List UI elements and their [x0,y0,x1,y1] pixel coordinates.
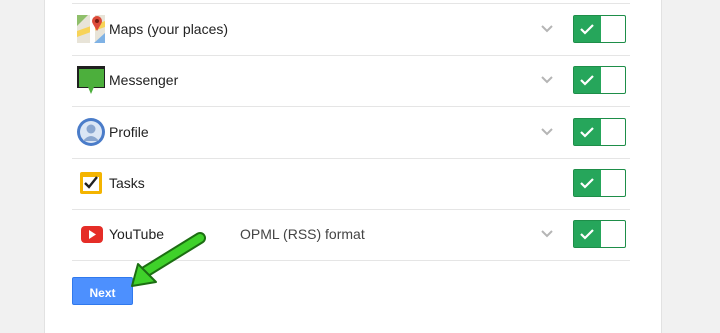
product-label: Messenger [109,72,179,88]
youtube-icon [76,218,106,250]
toggle-switch[interactable] [573,15,626,43]
product-row-messenger: Messenger [72,55,630,107]
toggle-switch[interactable] [573,66,626,94]
annotation-arrow-icon [131,232,206,287]
product-label: Maps (your places) [109,21,229,37]
chevron-down-icon[interactable] [540,75,554,85]
maps-icon [76,13,106,45]
export-format[interactable]: OPML (RSS) format [240,209,365,260]
product-label: Tasks [109,175,145,191]
toggle-switch[interactable] [573,118,626,146]
chevron-down-icon[interactable] [540,229,554,239]
chevron-down-icon[interactable] [540,127,554,137]
checkmark-icon [580,75,594,86]
checkmark-icon [580,178,594,189]
toggle-switch[interactable] [573,169,626,197]
product-row-profile: Profile [72,107,630,159]
checkmark-icon [580,24,594,35]
toggle-switch[interactable] [573,220,626,248]
product-row-maps: Maps (your places) [72,3,630,56]
tasks-icon [76,167,106,199]
product-label: Profile [109,124,149,140]
profile-icon [76,116,106,148]
product-row-tasks: Tasks [72,158,630,210]
messenger-icon [76,64,106,96]
checkmark-icon [580,229,594,240]
checkmark-icon [580,127,594,138]
chevron-down-icon[interactable] [540,24,554,34]
